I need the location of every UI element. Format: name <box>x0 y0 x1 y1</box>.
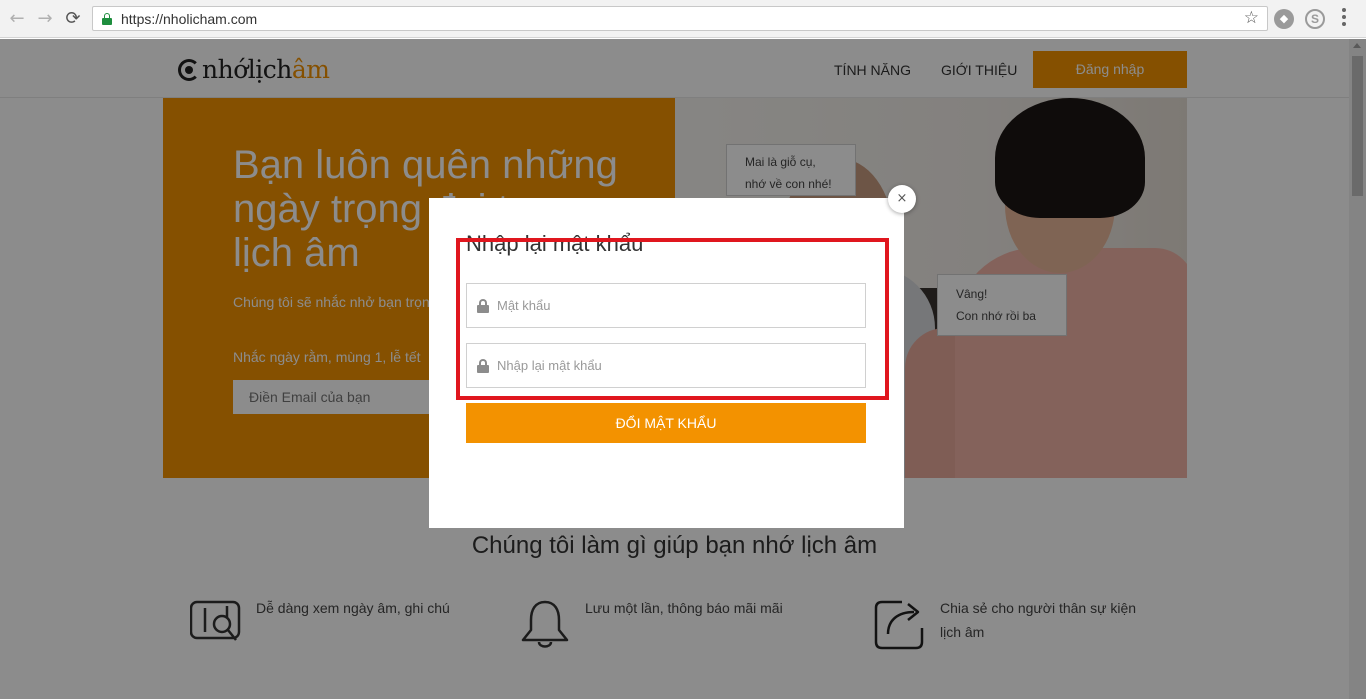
browser-toolbar: ← → ⟳ https://nholicham.com ☆ ◆ S <box>0 0 1366 38</box>
highlight-box <box>456 238 889 400</box>
extension-icon[interactable]: ◆ <box>1274 9 1294 29</box>
forward-arrow-icon[interactable]: → <box>34 8 56 30</box>
browser-menu-icon[interactable] <box>1341 8 1347 28</box>
back-arrow-icon[interactable]: ← <box>6 8 28 30</box>
change-password-button[interactable]: ĐỔI MẬT KHẨU <box>466 403 866 443</box>
close-icon[interactable]: × <box>888 185 916 213</box>
secure-lock-icon <box>102 13 112 25</box>
url-text: https://nholicham.com <box>121 11 258 27</box>
address-bar[interactable]: https://nholicham.com ☆ <box>92 6 1268 31</box>
bookmark-star-icon[interactable]: ☆ <box>1244 8 1259 28</box>
skype-extension-icon[interactable]: S <box>1305 9 1325 29</box>
reload-icon[interactable]: ⟳ <box>62 8 84 30</box>
